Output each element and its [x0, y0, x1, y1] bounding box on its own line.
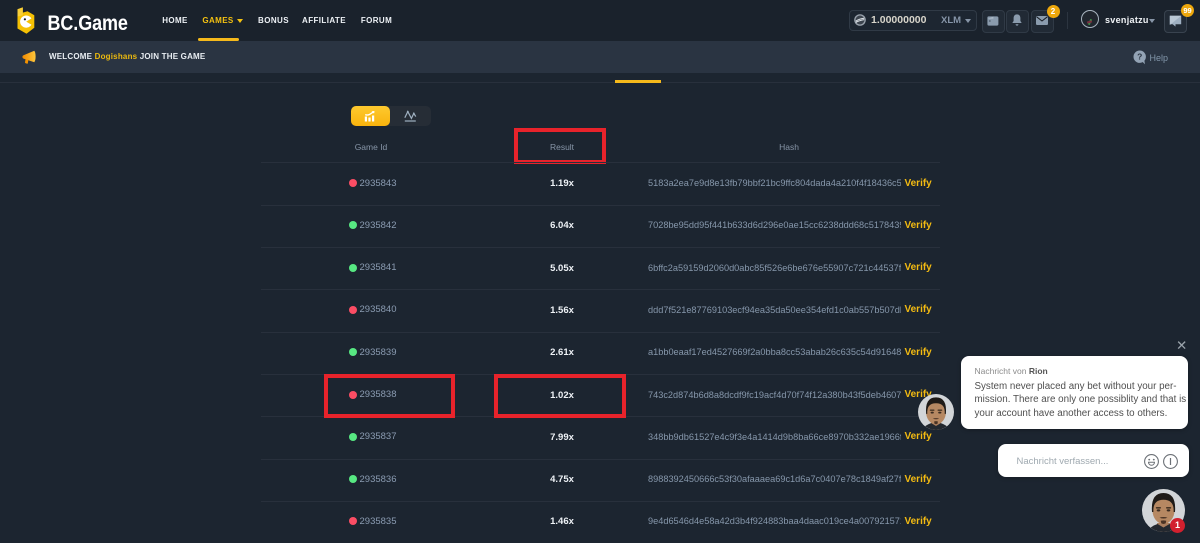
svg-text:?: ?	[1137, 52, 1142, 62]
